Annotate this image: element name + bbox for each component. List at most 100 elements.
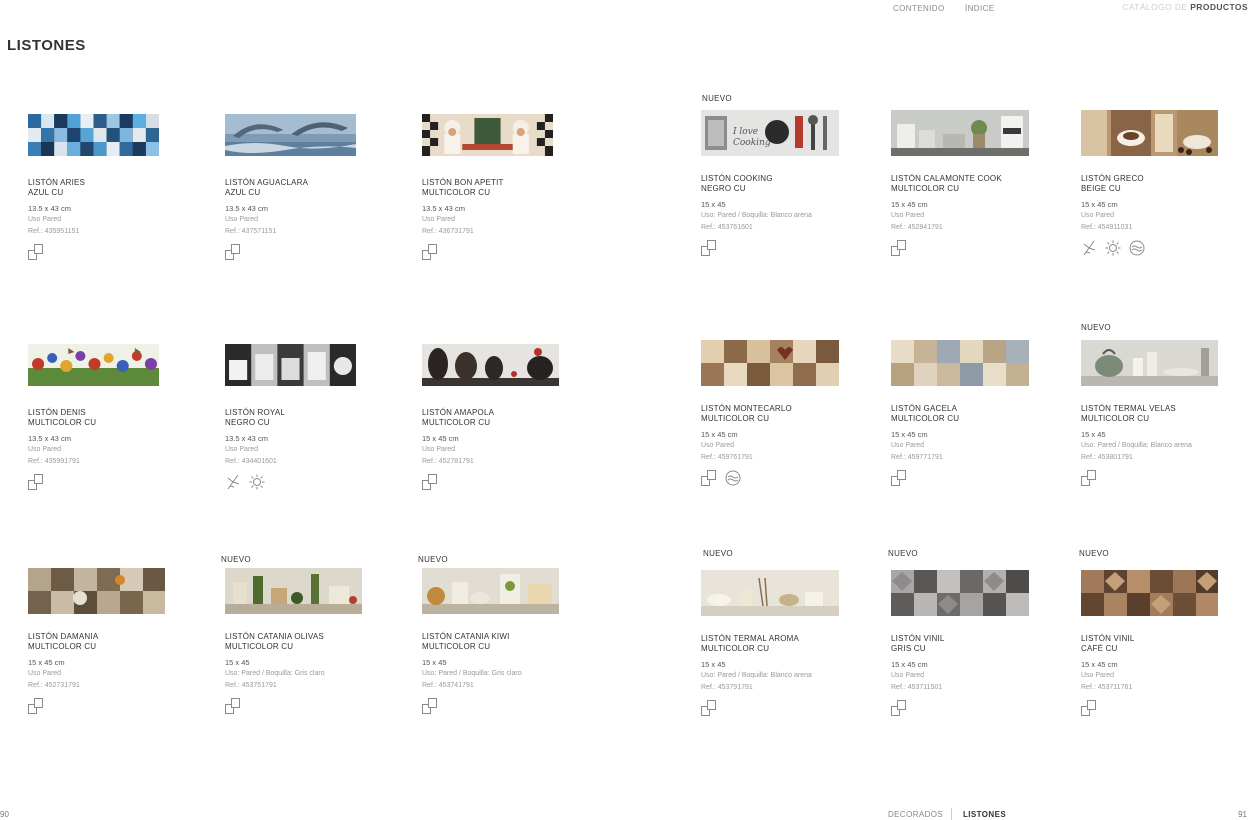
product-use: Uso: Pared / Boquilla: Blanco arena — [701, 212, 812, 219]
product-ref: Ref.: 453761601 — [701, 224, 753, 231]
product-ref: Ref.: 435991791 — [28, 458, 80, 465]
product-variant: MULTICOLOR CU — [1081, 414, 1150, 423]
product-card[interactable]: NUEVO LISTÓN TERMAL AROMA MULTICOLOR CU 1… — [701, 549, 881, 740]
product-use: Uso: Pared / Boquilla: Blanco arena — [1081, 442, 1192, 449]
new-badge: NUEVO — [1081, 323, 1111, 332]
wall-tile-icon — [701, 470, 717, 486]
product-variant: NEGRO CU — [701, 184, 746, 193]
product-name: LISTÓN TERMAL VELAS — [1081, 404, 1176, 413]
product-size: 13.5 x 43 cm — [225, 204, 268, 213]
product-variant: MULTICOLOR CU — [891, 414, 960, 423]
product-size: 15 x 45 cm — [1081, 200, 1118, 209]
wall-tile-icon — [891, 470, 907, 486]
product-image — [28, 344, 159, 386]
product-card[interactable]: LISTÓN AMAPOLA MULTICOLOR CU 15 x 45 cm U… — [422, 344, 602, 514]
product-size: 13.5 x 43 cm — [28, 204, 71, 213]
product-use: Uso Pared — [422, 446, 456, 453]
product-variant: AZUL CU — [225, 188, 261, 197]
product-image — [225, 114, 356, 156]
product-card[interactable]: NUEVO I love Cooking LISTÓN COOKING NEGRO… — [701, 94, 881, 280]
product-name: LISTÓN DAMANIA — [28, 632, 99, 641]
product-ref: Ref.: 453711501 — [891, 684, 943, 691]
product-image — [701, 340, 839, 386]
product-card[interactable]: LISTÓN BON APETIT MULTICOLOR CU 13.5 x 43… — [422, 114, 602, 284]
product-use: Uso Pared — [422, 216, 456, 223]
nav-link-indice[interactable]: ÍNDICE — [965, 4, 995, 13]
frost-icon — [225, 474, 241, 490]
footer-section-decorados[interactable]: DECORADOS — [888, 810, 943, 819]
product-card[interactable]: LISTÓN CALAMONTE COOK MULTICOLOR CU 15 x … — [891, 110, 1071, 280]
product-image — [28, 114, 159, 156]
wall-tile-icon — [1081, 700, 1097, 716]
product-ref: Ref.: 453801791 — [1081, 454, 1133, 461]
product-variant: MULTICOLOR CU — [28, 418, 97, 427]
product-card[interactable]: LISTÓN DENIS MULTICOLOR CU 13.5 x 43 cm U… — [28, 344, 208, 514]
product-card[interactable]: NUEVO LISTÓN CATANIA OLIVAS MULTICOLOR CU… — [221, 555, 405, 738]
product-use: Uso Pared — [28, 670, 62, 677]
product-size: 13.5 x 43 cm — [28, 434, 71, 443]
product-use: Uso Pared — [225, 446, 259, 453]
product-ref: Ref.: 459761791 — [701, 454, 753, 461]
product-use: Uso Pared — [28, 446, 62, 453]
product-size: 15 x 45 — [422, 658, 447, 667]
water-icon — [725, 470, 741, 486]
product-name: LISTÓN MONTECARLO — [701, 404, 792, 413]
product-ref: Ref.: 437571151 — [225, 228, 277, 235]
product-size: 13.5 x 43 cm — [225, 434, 268, 443]
product-card[interactable]: LISTÓN AGUACLARA AZUL CU 13.5 x 43 cm Uso… — [225, 114, 405, 284]
product-size: 15 x 45 cm — [891, 660, 928, 669]
product-ref: Ref.: 454911031 — [1081, 224, 1133, 231]
product-ref: Ref.: 452841791 — [891, 224, 943, 231]
wall-tile-icon — [225, 244, 241, 260]
footer-divider — [951, 808, 952, 820]
product-name: LISTÓN VINIL — [891, 634, 945, 643]
product-card[interactable]: LISTÓN ARIES AZUL CU 13.5 x 43 cm Uso Par… — [28, 114, 208, 284]
wall-tile-icon — [28, 244, 44, 260]
new-badge: NUEVO — [702, 94, 732, 103]
catalog-prefix: CATÁLOGO DE — [1122, 2, 1188, 12]
product-image — [1081, 110, 1218, 156]
wall-tile-icon — [701, 700, 717, 716]
product-use: Uso Pared — [891, 672, 925, 679]
svg-text:Cooking: Cooking — [733, 138, 771, 148]
product-image — [891, 570, 1029, 616]
sun-icon — [249, 474, 265, 490]
product-card[interactable]: NUEVO LISTÓN VINIL GRIS CU 15 x 45 cm Uso… — [888, 549, 1071, 740]
product-use: Uso Pared — [28, 216, 62, 223]
wall-tile-icon — [701, 240, 717, 256]
product-variant: MULTICOLOR CU — [28, 642, 97, 651]
product-name: LISTÓN GACELA — [891, 404, 958, 413]
product-image — [422, 114, 553, 156]
nav-link-contenido[interactable]: CONTENIDO — [893, 4, 945, 13]
wall-tile-icon — [28, 698, 44, 714]
product-ref: Ref.: 435951151 — [28, 228, 80, 235]
product-image — [891, 110, 1029, 156]
product-name: LISTÓN TERMAL AROMA — [701, 634, 800, 643]
catalog-main: PRODUCTOS — [1190, 2, 1248, 12]
product-card[interactable]: NUEVO LISTÓN TERMAL VELAS MULTICOLOR CU 1… — [1081, 323, 1250, 510]
product-use: Uso Pared — [225, 216, 259, 223]
product-size: 13.5 x 43 cm — [422, 204, 465, 213]
new-badge: NUEVO — [418, 555, 448, 564]
product-use: Uso Pared — [891, 212, 925, 219]
product-card[interactable]: LISTÓN ROYAL NEGRO CU 13.5 x 43 cm Uso Pa… — [225, 344, 405, 514]
product-image — [422, 568, 559, 614]
wall-tile-icon — [422, 474, 438, 490]
new-badge: NUEVO — [1079, 549, 1109, 558]
product-card[interactable]: NUEVO LISTÓN VINIL CAFÉ CU 15 x 45 cm Uso… — [1079, 549, 1250, 740]
new-badge: NUEVO — [888, 549, 918, 558]
product-card[interactable]: NUEVO LISTÓN CATANIA KIWI MULTICOLOR CU 1… — [418, 555, 602, 738]
wall-tile-icon — [422, 244, 438, 260]
product-ref: Ref.: 453791791 — [701, 684, 753, 691]
product-card[interactable]: LISTÓN GRECO BEIGE CU 15 x 45 cm Uso Pare… — [1081, 110, 1250, 280]
footer-section-listones[interactable]: LISTONES — [963, 810, 1006, 819]
product-card[interactable]: LISTÓN GACELA MULTICOLOR CU 15 x 45 cm Us… — [891, 340, 1071, 510]
product-image — [891, 340, 1029, 386]
product-card[interactable]: LISTÓN MONTECARLO MULTICOLOR CU 15 x 45 c… — [701, 340, 881, 510]
product-variant: MULTICOLOR CU — [225, 642, 294, 651]
product-card[interactable]: LISTÓN DAMANIA MULTICOLOR CU 15 x 45 cm U… — [28, 568, 208, 738]
new-badge: NUEVO — [221, 555, 251, 564]
wall-tile-icon — [422, 698, 438, 714]
product-ref: Ref.: 453711761 — [1081, 684, 1133, 691]
product-variant: GRIS CU — [891, 644, 926, 653]
